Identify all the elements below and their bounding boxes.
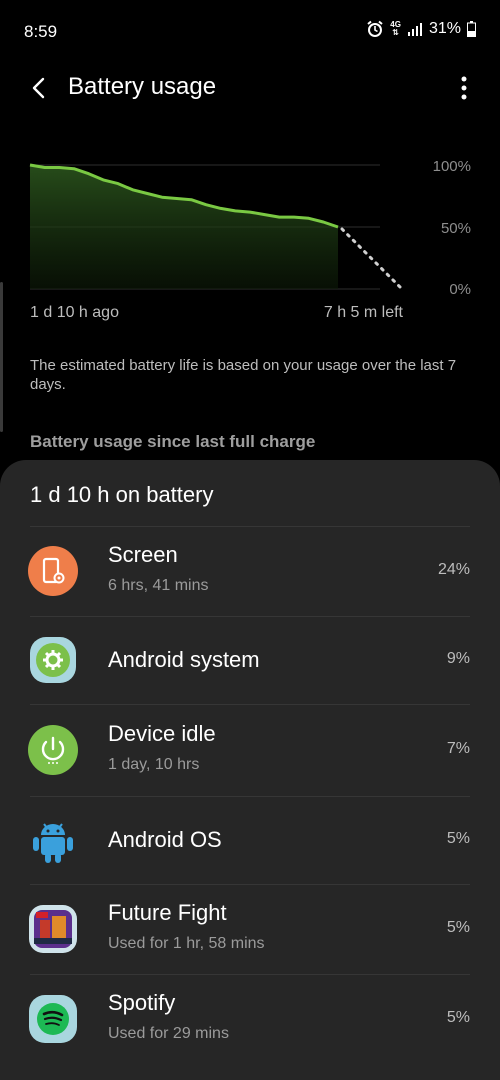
y-tick-label: 0% bbox=[449, 281, 471, 298]
app-name: Screen bbox=[108, 542, 178, 567]
back-arrow-icon[interactable] bbox=[26, 74, 54, 102]
on-battery-duration: 1 d 10 h on battery bbox=[30, 482, 214, 507]
y-tick-label: 50% bbox=[440, 220, 471, 237]
app-name: Spotify bbox=[108, 990, 176, 1015]
y-tick-label: 100% bbox=[432, 158, 471, 175]
app-usage-time: Used for 1 hr, 58 mins bbox=[108, 935, 265, 952]
row-divider bbox=[30, 796, 470, 797]
app-name: Future Fight bbox=[108, 900, 227, 925]
status-icons: 4G ⇅ 31% bbox=[366, 20, 476, 38]
row-divider bbox=[30, 974, 470, 975]
row-divider bbox=[30, 526, 470, 527]
app-usage-row[interactable]: Spotify Used for 29 mins 5% bbox=[0, 974, 500, 1064]
page-title: Battery usage bbox=[68, 73, 217, 100]
estimate-note: The estimated battery life is based on y… bbox=[30, 357, 457, 393]
section-heading: Battery usage since last full charge bbox=[30, 432, 316, 451]
app-name: Android system bbox=[108, 647, 260, 672]
battery-icon bbox=[467, 21, 476, 37]
future-fight-icon bbox=[28, 904, 78, 954]
app-usage-row[interactable]: Screen 6 hrs, 41 mins 24% bbox=[0, 526, 500, 616]
app-bar: Battery usage bbox=[0, 60, 500, 116]
row-divider bbox=[30, 704, 470, 705]
x-start-label: 1 d 10 h ago bbox=[30, 304, 119, 321]
power-icon bbox=[28, 725, 78, 775]
signal-icon bbox=[407, 23, 422, 36]
status-time: 8:59 bbox=[24, 22, 58, 41]
spotify-icon bbox=[28, 994, 78, 1044]
app-usage-percent: 5% bbox=[446, 830, 470, 847]
android-system-icon bbox=[28, 635, 78, 685]
projected-line bbox=[340, 227, 404, 291]
screen-icon bbox=[28, 546, 78, 596]
battery-percent: 31% bbox=[428, 20, 461, 37]
app-name: Android OS bbox=[108, 827, 222, 852]
app-usage-row[interactable]: Future Fight Used for 1 hr, 58 mins 5% bbox=[0, 884, 500, 974]
app-usage-time: Used for 29 mins bbox=[108, 1025, 229, 1042]
network-indicator: 4G ⇅ bbox=[390, 21, 401, 37]
battery-area bbox=[30, 165, 338, 289]
app-name: Device idle bbox=[108, 721, 216, 746]
row-divider bbox=[30, 884, 470, 885]
app-usage-percent: 9% bbox=[446, 650, 470, 667]
app-usage-row[interactable]: Android system 9% bbox=[0, 616, 500, 704]
more-options-icon[interactable] bbox=[452, 72, 476, 104]
app-usage-percent: 5% bbox=[446, 919, 470, 936]
status-bar: 8:59 4G ⇅ 31% bbox=[0, 0, 500, 60]
x-end-label: 7 h 5 m left bbox=[323, 304, 403, 321]
row-divider bbox=[30, 616, 470, 617]
app-usage-row[interactable]: Device idle 1 day, 10 hrs 7% bbox=[0, 704, 500, 796]
app-usage-time: 1 day, 10 hrs bbox=[108, 756, 200, 773]
app-usage-percent: 5% bbox=[446, 1009, 470, 1026]
usage-panel: 1 d 10 h on battery Screen 6 hrs, 41 mins… bbox=[0, 460, 500, 1080]
data-arrows-icon: ⇅ bbox=[392, 28, 399, 37]
battery-chart-svg bbox=[29, 163, 404, 291]
battery-chart: 100% 50% 0% 1 d 10 h ago 7 h 5 m left bbox=[0, 140, 500, 340]
android-os-icon bbox=[28, 815, 78, 865]
app-usage-percent: 24% bbox=[437, 561, 470, 578]
app-usage-row[interactable]: Android OS 5% bbox=[0, 796, 500, 884]
app-usage-time: 6 hrs, 41 mins bbox=[108, 577, 209, 594]
app-usage-percent: 7% bbox=[446, 740, 470, 757]
alarm-icon bbox=[367, 20, 383, 37]
